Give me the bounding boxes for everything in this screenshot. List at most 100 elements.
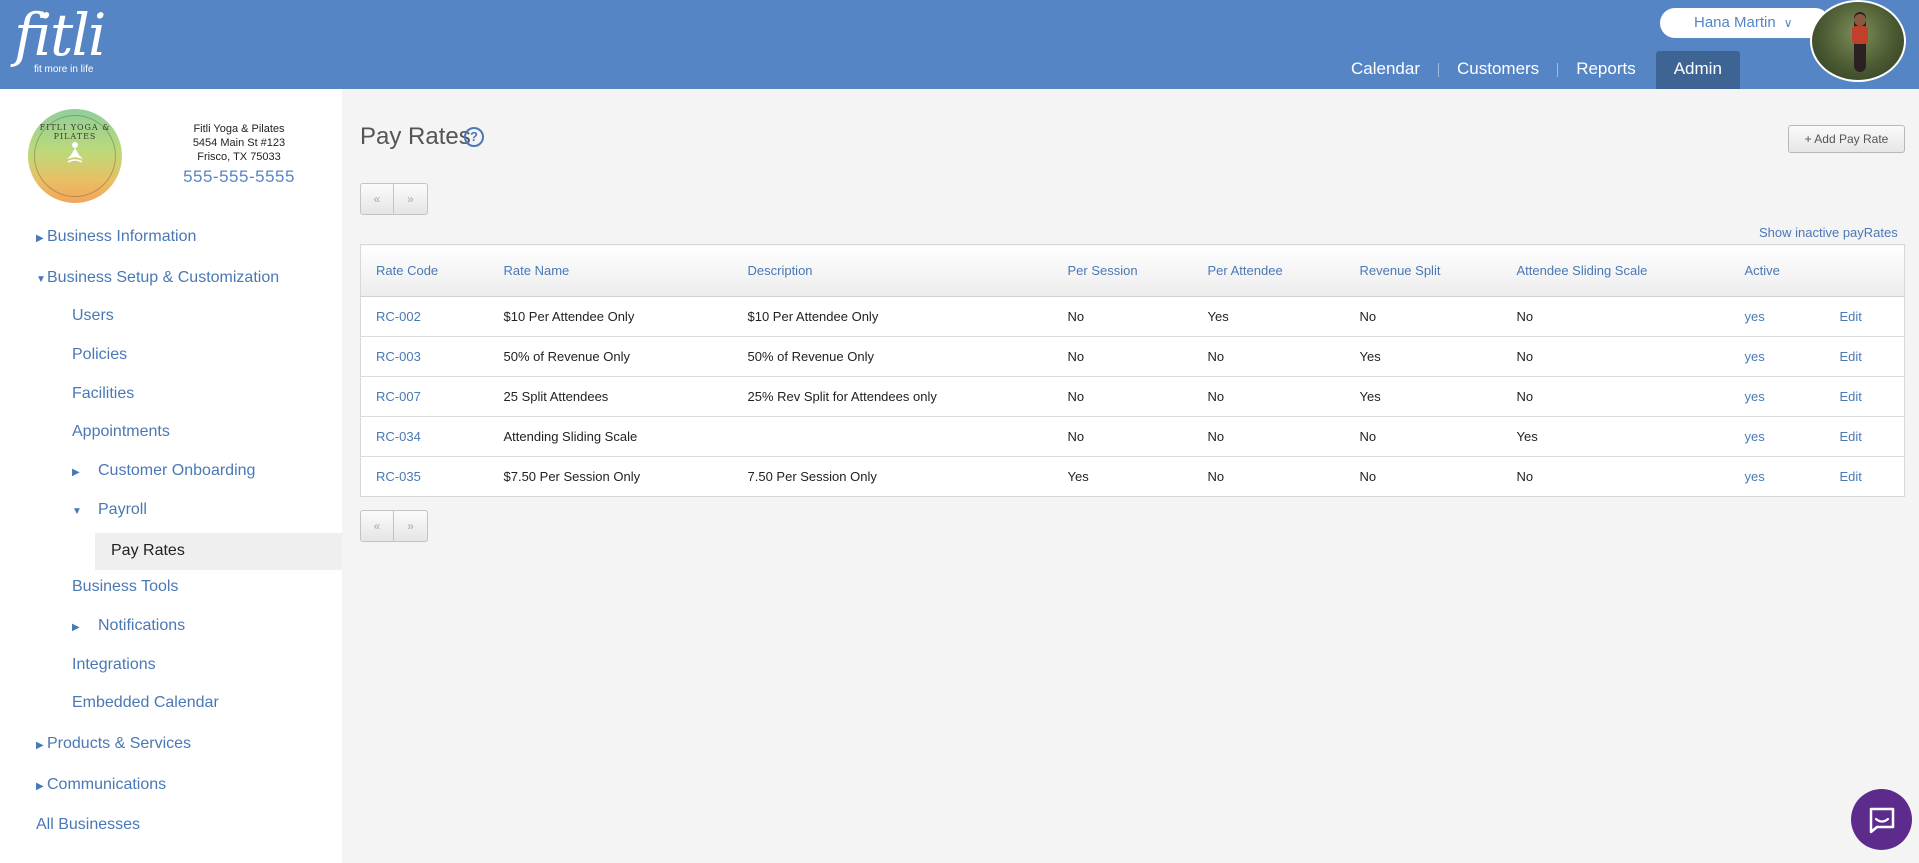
rate-description [732, 416, 1053, 457]
column-header[interactable]: Rate Name [488, 244, 733, 297]
rate-code-link[interactable]: RC-002 [360, 296, 489, 337]
sidebar-item-label: Business Information [47, 228, 197, 245]
rate-code-link[interactable]: RC-035 [361, 457, 489, 497]
sidebar-item-label: Products & Services [47, 735, 192, 752]
sidebar-item-communications[interactable]: ▶ Communications [36, 776, 166, 794]
per-session-value: No [1052, 416, 1193, 457]
rate-code-link[interactable]: RC-003 [360, 336, 489, 377]
sidebar-item-integrations[interactable]: Integrations [72, 656, 156, 674]
column-header-actions [1824, 244, 1905, 297]
rate-code-link[interactable]: RC-034 [360, 416, 489, 457]
rate-name: Attending Sliding Scale [488, 416, 733, 457]
avatar-head [1854, 14, 1866, 26]
nav-customers[interactable]: Customers [1439, 51, 1557, 89]
active-toggle-link[interactable]: yes [1730, 457, 1825, 497]
page-title: Pay Rates [360, 123, 471, 150]
chat-launcher-button[interactable] [1851, 789, 1912, 850]
prev-page-button[interactable]: « [361, 184, 394, 214]
sidebar-item-products-services[interactable]: ▶ Products & Services [36, 735, 191, 753]
sidebar-item-business-tools[interactable]: Business Tools [72, 578, 178, 596]
active-toggle-link[interactable]: yes [1729, 336, 1825, 377]
business-address-line1: 5454 Main St #123 [192, 137, 286, 149]
column-header[interactable]: Attendee Sliding Scale [1501, 244, 1730, 297]
sidebar-item-embedded-calendar[interactable]: Embedded Calendar [72, 694, 219, 712]
sidebar-item-appointments[interactable]: Appointments [72, 423, 170, 441]
logo-wordmark: fitli [14, 1, 106, 69]
edit-link[interactable]: Edit [1825, 457, 1905, 497]
rate-description: 50% of Revenue Only [732, 336, 1053, 377]
sidebar-item-policies[interactable]: Policies [72, 346, 127, 364]
column-header[interactable]: Per Attendee [1192, 244, 1345, 297]
business-name: Fitli Yoga & Pilates [193, 123, 285, 135]
column-header[interactable]: Description [732, 244, 1053, 297]
sliding-scale-value: No [1501, 296, 1730, 337]
table-header-row: Rate Code Rate Name Description Per Sess… [360, 244, 1905, 297]
active-toggle-link[interactable]: yes [1729, 296, 1825, 337]
column-header[interactable]: Per Session [1052, 244, 1193, 297]
add-pay-rate-button[interactable]: + Add Pay Rate [1788, 125, 1905, 153]
avatar[interactable] [1810, 0, 1906, 82]
rate-description: 7.50 Per Session Only [747, 469, 877, 484]
help-icon[interactable]: ? [464, 127, 484, 147]
edit-link[interactable]: Edit [1824, 416, 1905, 457]
rate-name: 50% of Revenue Only [488, 336, 733, 377]
pagination-bottom: « » [360, 510, 428, 542]
per-session-value: No [1052, 376, 1193, 417]
sidebar: FITLI YOGA & PILATES Fitli Yoga & Pilate… [0, 89, 342, 863]
rate-description: $10 Per Attendee Only [732, 296, 1053, 337]
sidebar-item-business-information[interactable]: ▶ Business Information [36, 228, 196, 246]
active-toggle-link[interactable]: yes [1729, 416, 1825, 457]
avatar-top [1852, 26, 1868, 44]
per-attendee-value: Yes [1192, 296, 1345, 337]
next-page-button[interactable]: » [394, 511, 427, 541]
pay-rates-table: Rate Code Rate Name Description Per Sess… [360, 244, 1905, 497]
sidebar-item-all-businesses[interactable]: All Businesses [36, 816, 140, 834]
prev-page-button[interactable]: « [361, 511, 394, 541]
revenue-split-value: No [1344, 416, 1502, 457]
sidebar-item-label: Customer Onboarding [98, 462, 256, 479]
caret-right-icon: ▶ [72, 467, 80, 478]
table-row: RC-007 25 Split Attendees 25% Rev Split … [360, 376, 1905, 417]
rate-name: 25 Split Attendees [488, 376, 733, 417]
fitli-logo[interactable]: fitli fit more in life [14, 1, 106, 75]
user-name: Hana Martin [1694, 14, 1776, 31]
nav-calendar[interactable]: Calendar [1333, 51, 1438, 89]
edit-link[interactable]: Edit [1824, 296, 1905, 337]
sidebar-item-pay-rates[interactable]: Pay Rates [95, 533, 342, 570]
column-header[interactable]: Revenue Split [1344, 244, 1502, 297]
business-address-line2: Frisco, TX 75033 [197, 151, 281, 163]
show-inactive-link[interactable]: Show inactive payRates [1759, 225, 1898, 240]
business-phone[interactable]: 555-555-5555 [160, 167, 318, 187]
next-page-button[interactable]: » [394, 184, 427, 214]
sliding-scale-value: No [1516, 469, 1534, 484]
sliding-scale-value: No [1501, 336, 1730, 377]
business-address: Fitli Yoga & Pilates 5454 Main St #123 F… [160, 122, 318, 164]
top-header: fitli fit more in life Hana Martin ∨ Cale… [0, 0, 1919, 89]
logo-tagline: fit more in life [34, 64, 94, 75]
sidebar-item-facilities[interactable]: Facilities [72, 385, 134, 403]
column-header[interactable]: Active [1729, 244, 1825, 297]
rate-description: 25% Rev Split for Attendees only [732, 376, 1053, 417]
sidebar-item-customer-onboarding[interactable]: ▶ Customer Onboarding [72, 462, 255, 480]
nav-admin[interactable]: Admin [1655, 51, 1740, 89]
sidebar-item-users[interactable]: Users [72, 307, 114, 325]
sidebar-item-business-setup[interactable]: ▼Business Setup & Customization [36, 269, 279, 287]
caret-down-icon: ▼ [72, 506, 82, 517]
sidebar-item-notifications[interactable]: ▶ Notifications [72, 617, 185, 635]
sliding-scale-value: Yes [1501, 416, 1730, 457]
column-header[interactable]: Rate Code [360, 244, 489, 297]
sidebar-item-payroll[interactable]: ▼ Payroll [72, 501, 147, 519]
nav-reports[interactable]: Reports [1558, 51, 1654, 89]
logo-text: FITLI YOGA & PILATES [39, 123, 111, 141]
edit-link[interactable]: Edit [1824, 336, 1905, 377]
caret-right-icon: ▶ [36, 233, 44, 244]
rate-code-link[interactable]: RC-007 [360, 376, 489, 417]
table-row: RC-002 $10 Per Attendee Only $10 Per Att… [360, 296, 1905, 337]
sidebar-item-label: Business Setup & Customization [47, 269, 280, 286]
edit-link[interactable]: Edit [1824, 376, 1905, 417]
main-nav: Calendar Customers Reports Admin [1333, 51, 1740, 89]
sidebar-item-label: Pay Rates [111, 542, 185, 559]
user-menu-button[interactable]: Hana Martin ∨ [1660, 8, 1830, 38]
active-toggle-link[interactable]: yes [1729, 376, 1825, 417]
sliding-scale-value: No [1501, 376, 1730, 417]
